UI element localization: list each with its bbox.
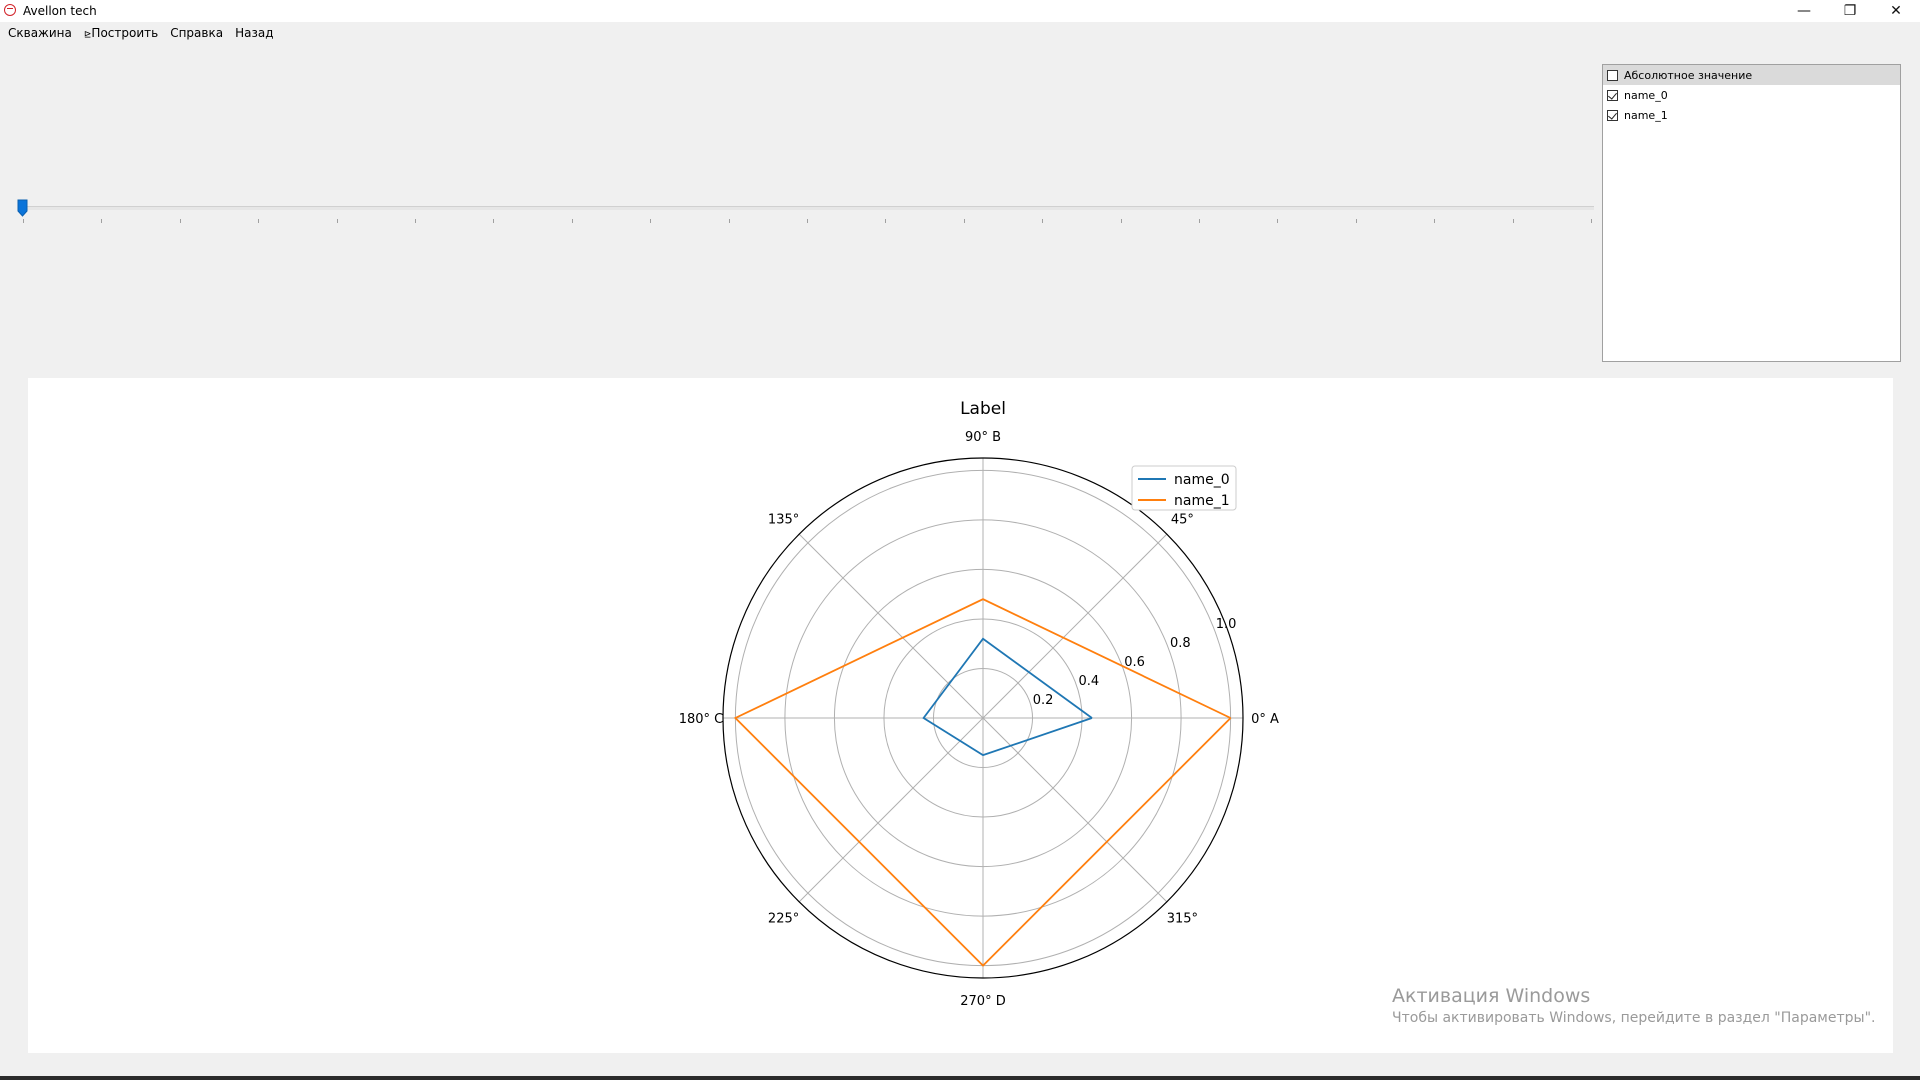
radial-tick-label: 0.2 [1033,693,1054,708]
angle-tick-label: 315° [1167,911,1198,926]
legend-label: name_1 [1174,493,1230,509]
window-title: Avellon tech [23,4,97,18]
checkbox-absolute[interactable] [1607,69,1618,81]
activation-watermark-text: Чтобы активировать Windows, перейдите в … [1392,1010,1876,1026]
slider-tick [1591,219,1592,223]
slider-tick [807,219,808,223]
radial-tick-label: 1.0 [1216,617,1237,632]
slider-tick [571,219,573,223]
list-item-name0[interactable]: name_0 [1603,85,1900,105]
slider-tick [1277,219,1279,223]
list-item-name1[interactable]: name_1 [1603,105,1900,125]
radial-tick-label: 0.8 [1170,636,1191,651]
slider-track[interactable] [22,206,1594,210]
plot-panel: 0.2 0.4 0.6 0.8 1.0 0° A 45° 90° B 135° 180° C 225… [28,378,1893,1053]
close-button[interactable]: ✕ [1873,0,1919,22]
angular-gridline [982,533,1168,719]
angle-tick-label: 270° D [960,994,1005,1009]
checkbox-name1[interactable] [1607,109,1618,121]
slider-tick [493,219,495,223]
slider-tick [885,219,887,223]
slider-tick [963,219,965,223]
angle-tick-label: 225° [768,911,799,926]
angular-gridline [798,533,984,719]
angle-tick-label: 0° A [1251,712,1279,727]
series-line-name_0 [922,637,1093,757]
angle-tick-label: 180° C [679,712,724,727]
minimize-button[interactable]: — [1781,0,1827,22]
slider-thumb[interactable] [17,199,28,217]
list-item-absolute[interactable]: Абсолютное значение [1603,65,1900,85]
slider-tick [101,219,103,223]
checkbox-name0[interactable] [1607,89,1618,101]
slider-tick [1355,219,1357,223]
slider-tick [415,219,416,223]
menu-back[interactable]: Назад [231,24,281,44]
polar-chart: 0.20.40.60.81.00° A45°90° B135°180° C225… [679,399,1279,1009]
legend-label: name_0 [1174,472,1230,488]
slider-tick [728,219,730,223]
activation-watermark-title: Активация Windows [1392,985,1591,1007]
bottom-edge [0,1076,1920,1080]
title-bar: Avellon tech — ❐ ✕ [0,0,1920,22]
slider-tick [650,219,652,223]
slider-tick [179,219,181,223]
slider-tick [1120,219,1122,223]
menu-help[interactable]: Справка [166,24,231,44]
menu-bar: Скважина ⊵Построить Справка Назад [0,24,282,44]
menu-build[interactable]: ⊵Построить [80,24,166,44]
menu-well[interactable]: Скважина [4,24,80,44]
radial-tick-label: 0.4 [1079,674,1100,689]
slider-tick [258,219,260,223]
slider-tick [1434,219,1436,223]
angle-tick-label: 135° [768,513,799,528]
slider-tick [1512,219,1514,223]
series-list: Абсолютное значение name_0 name_1 [1602,64,1901,362]
slider-tick [1199,219,1200,223]
angle-tick-label: 90° B [965,430,1001,445]
chart-title: Label [960,399,1006,419]
slider-tick [23,219,24,223]
app-logo-icon [4,4,16,16]
angle-tick-label: 45° [1171,513,1194,528]
slider-tick [1042,219,1044,223]
slider-tick [336,219,338,223]
restore-button[interactable]: ❐ [1827,0,1873,22]
